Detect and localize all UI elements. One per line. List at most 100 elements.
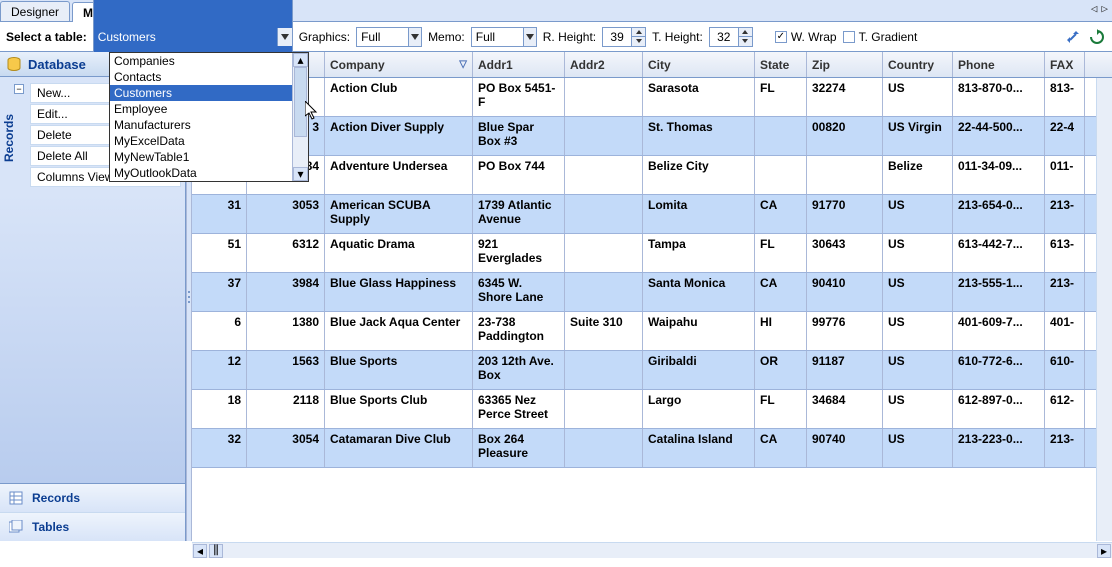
table-cell[interactable]: US [883, 234, 953, 272]
table-cell[interactable]: Tampa [643, 234, 755, 272]
row-height-input[interactable] [603, 30, 631, 44]
table-row[interactable]: 3Action Diver SupplyBlue Spar Box #3St. … [192, 117, 1112, 156]
tree-collapse-icon[interactable]: − [14, 84, 24, 94]
graphics-dropdown-button[interactable] [408, 28, 421, 46]
table-cell[interactable]: 30643 [807, 234, 883, 272]
graphics-select[interactable] [356, 27, 422, 47]
column-header[interactable]: Addr2 [565, 52, 643, 77]
table-cell[interactable]: 31 [192, 195, 247, 233]
table-cell[interactable]: 921 Everglades [473, 234, 565, 272]
table-cell[interactable]: US [883, 273, 953, 311]
table-cell[interactable]: 613- [1045, 234, 1085, 272]
table-row[interactable]: 121563Blue Sports203 12th Ave. BoxGiriba… [192, 351, 1112, 390]
table-cell[interactable]: Catalina Island [643, 429, 755, 467]
table-cell[interactable]: 63365 Nez Perce Street [473, 390, 565, 428]
table-cell[interactable]: 213- [1045, 429, 1085, 467]
table-cell[interactable]: 203 12th Ave. Box [473, 351, 565, 389]
table-cell[interactable]: 1380 [247, 312, 325, 350]
table-cell[interactable]: OR [755, 351, 807, 389]
dropdown-item[interactable]: Companies [110, 53, 308, 69]
column-header[interactable]: Company▽ [325, 52, 473, 77]
table-cell[interactable]: Waipahu [643, 312, 755, 350]
table-cell[interactable]: Giribaldi [643, 351, 755, 389]
table-cell[interactable]: US [883, 351, 953, 389]
table-cell[interactable]: 12 [192, 351, 247, 389]
title-height-input[interactable] [710, 30, 738, 44]
table-cell[interactable]: US [883, 195, 953, 233]
tab-next-icon[interactable]: ▷ [1101, 2, 1108, 15]
table-cell[interactable]: 6 [192, 312, 247, 350]
table-cell[interactable]: Catamaran Dive Club [325, 429, 473, 467]
table-cell[interactable]: 612- [1045, 390, 1085, 428]
table-cell[interactable]: HI [755, 312, 807, 350]
table-cell[interactable]: Blue Spar Box #3 [473, 117, 565, 155]
dropdown-item[interactable]: Employee [110, 101, 308, 117]
column-header[interactable]: FAX [1045, 52, 1085, 77]
table-cell[interactable]: 22-44-500... [953, 117, 1045, 155]
table-cell[interactable]: 3984 [247, 273, 325, 311]
table-cell[interactable]: 213- [1045, 195, 1085, 233]
table-cell[interactable]: 213-555-1... [953, 273, 1045, 311]
table-cell[interactable]: St. Thomas [643, 117, 755, 155]
table-cell[interactable]: CA [755, 273, 807, 311]
table-cell[interactable] [755, 117, 807, 155]
column-header[interactable]: Zip [807, 52, 883, 77]
tab-prev-icon[interactable]: ◁ [1091, 2, 1098, 15]
hscroll-right-icon[interactable]: ▸ [1097, 544, 1111, 558]
table-dropdown-list[interactable]: CompaniesContactsCustomersEmployeeManufa… [109, 52, 309, 182]
table-cell[interactable]: 90410 [807, 273, 883, 311]
word-wrap-checkbox[interactable]: ✓ W. Wrap [775, 30, 837, 44]
table-cell[interactable]: 3054 [247, 429, 325, 467]
table-cell[interactable]: Belize City [643, 156, 755, 194]
table-cell[interactable]: 011- [1045, 156, 1085, 194]
table-cell[interactable]: 813- [1045, 78, 1085, 116]
table-row[interactable]: 516312Aquatic Drama921 EvergladesTampaFL… [192, 234, 1112, 273]
dropdown-item[interactable]: MyOutlookData [110, 165, 308, 181]
row-height-down[interactable] [631, 37, 645, 46]
table-cell[interactable] [565, 78, 643, 116]
dropdown-scroll-thumb[interactable] [294, 67, 307, 137]
row-height-spinner[interactable] [602, 27, 646, 47]
table-cell[interactable]: Belize [883, 156, 953, 194]
table-cell[interactable]: 3053 [247, 195, 325, 233]
memo-dropdown-button[interactable] [523, 28, 536, 46]
table-cell[interactable]: Adventure Undersea [325, 156, 473, 194]
title-gradient-checkbox[interactable]: T. Gradient [843, 30, 918, 44]
refresh-icon[interactable] [1088, 28, 1106, 46]
table-cell[interactable]: US [883, 312, 953, 350]
table-cell[interactable]: PO Box 744 [473, 156, 565, 194]
table-cell[interactable]: American SCUBA Supply [325, 195, 473, 233]
table-cell[interactable]: Blue Sports [325, 351, 473, 389]
table-cell[interactable]: Blue Sports Club [325, 390, 473, 428]
table-cell[interactable]: Lomita [643, 195, 755, 233]
table-cell[interactable] [807, 156, 883, 194]
table-cell[interactable]: 011-34-09... [953, 156, 1045, 194]
table-cell[interactable]: 213-654-0... [953, 195, 1045, 233]
table-cell[interactable]: Suite 310 [565, 312, 643, 350]
table-cell[interactable]: 18 [192, 390, 247, 428]
column-header[interactable]: Addr1 [473, 52, 565, 77]
table-cell[interactable]: 6312 [247, 234, 325, 272]
table-cell[interactable]: Aquatic Drama [325, 234, 473, 272]
dropdown-scroll-up-icon[interactable]: ▴ [293, 53, 308, 67]
title-height-down[interactable] [738, 37, 752, 46]
table-cell[interactable]: Action Club [325, 78, 473, 116]
table-row[interactable]: 61380Blue Jack Aqua Center23-738 Padding… [192, 312, 1112, 351]
dropdown-item[interactable]: Manufacturers [110, 117, 308, 133]
dropdown-item[interactable]: MyExcelData [110, 133, 308, 149]
dropdown-item[interactable]: MyNewTable1 [110, 149, 308, 165]
dropdown-scrollbar[interactable]: ▴ ▾ [292, 53, 308, 181]
table-cell[interactable]: Largo [643, 390, 755, 428]
table-cell[interactable]: US [883, 390, 953, 428]
table-cell[interactable]: US [883, 429, 953, 467]
table-select-input[interactable] [94, 28, 277, 46]
horizontal-scrollbar[interactable]: ◂ ⫼ ▸ [192, 542, 1112, 558]
column-header[interactable]: City [643, 52, 755, 77]
table-cell[interactable] [565, 117, 643, 155]
table-cell[interactable]: 51 [192, 234, 247, 272]
table-cell[interactable] [755, 156, 807, 194]
graphics-input[interactable] [357, 28, 408, 46]
dropdown-item[interactable]: Contacts [110, 69, 308, 85]
table-cell[interactable]: Sarasota [643, 78, 755, 116]
table-cell[interactable]: 6345 W. Shore Lane [473, 273, 565, 311]
